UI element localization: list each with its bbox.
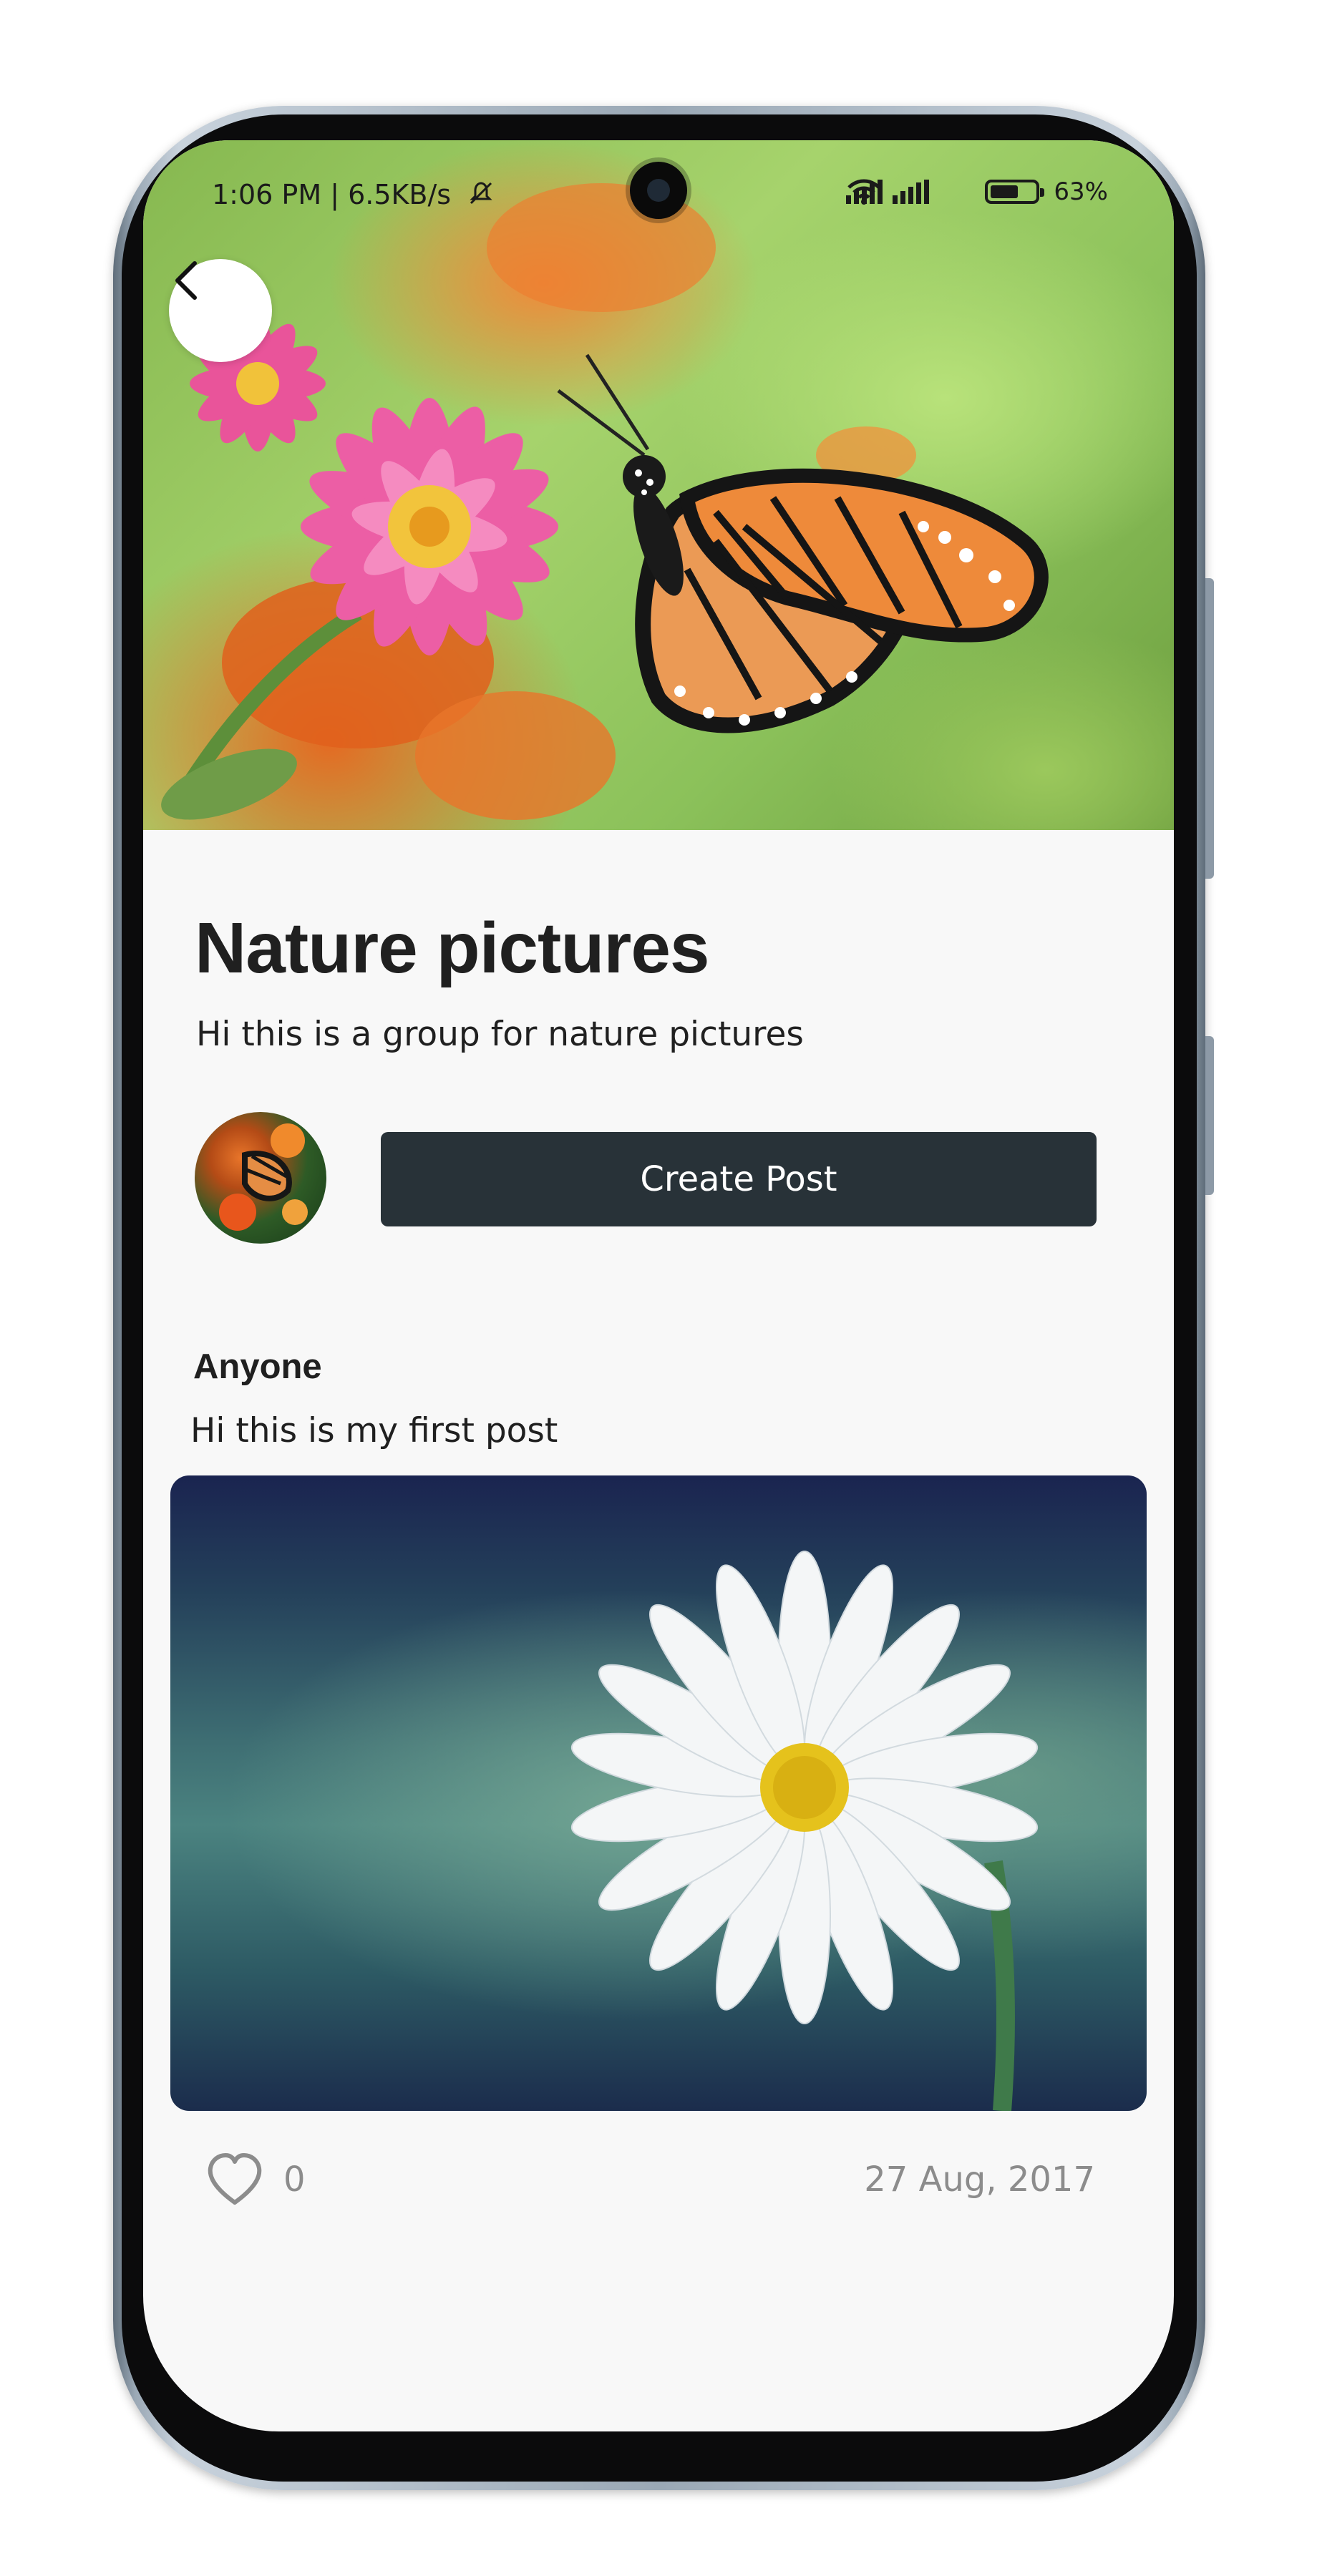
- app-screen: 1:06 PM | 6.5KB/s 63% Nature pictures Hi…: [143, 140, 1174, 2431]
- post-text: Hi this is my first post: [190, 1411, 558, 1450]
- status-time-speed: 1:06 PM | 6.5KB/s: [212, 179, 452, 210]
- group-title: Nature pictures: [195, 908, 710, 988]
- post-date: 27 Aug, 2017: [864, 2160, 1095, 2200]
- group-description: Hi this is a group for nature pictures: [196, 1015, 804, 1054]
- front-camera: [630, 162, 687, 219]
- volume-button: [1205, 578, 1214, 879]
- back-button[interactable]: [169, 259, 272, 362]
- battery-percent: 63%: [1054, 177, 1108, 206]
- status-bar: 1:06 PM | 6.5KB/s 63%: [143, 140, 1174, 228]
- post-author[interactable]: Anyone: [193, 1347, 322, 1387]
- group-cover-image: 1:06 PM | 6.5KB/s 63%: [143, 140, 1174, 830]
- mute-icon: [467, 179, 495, 208]
- heart-outline-icon[interactable]: [206, 2152, 263, 2207]
- wifi-icon: [847, 178, 975, 205]
- avatar[interactable]: [195, 1112, 326, 1244]
- battery-icon: [985, 180, 1045, 204]
- post-footer: 0 27 Aug, 2017: [143, 2144, 1174, 2230]
- like-count: 0: [283, 2160, 306, 2200]
- power-button: [1205, 1036, 1214, 1195]
- post-image[interactable]: [170, 1475, 1147, 2111]
- create-post-button[interactable]: Create Post: [381, 1132, 1097, 1226]
- chevron-left-icon: [175, 261, 238, 332]
- signal-icon: [893, 180, 930, 204]
